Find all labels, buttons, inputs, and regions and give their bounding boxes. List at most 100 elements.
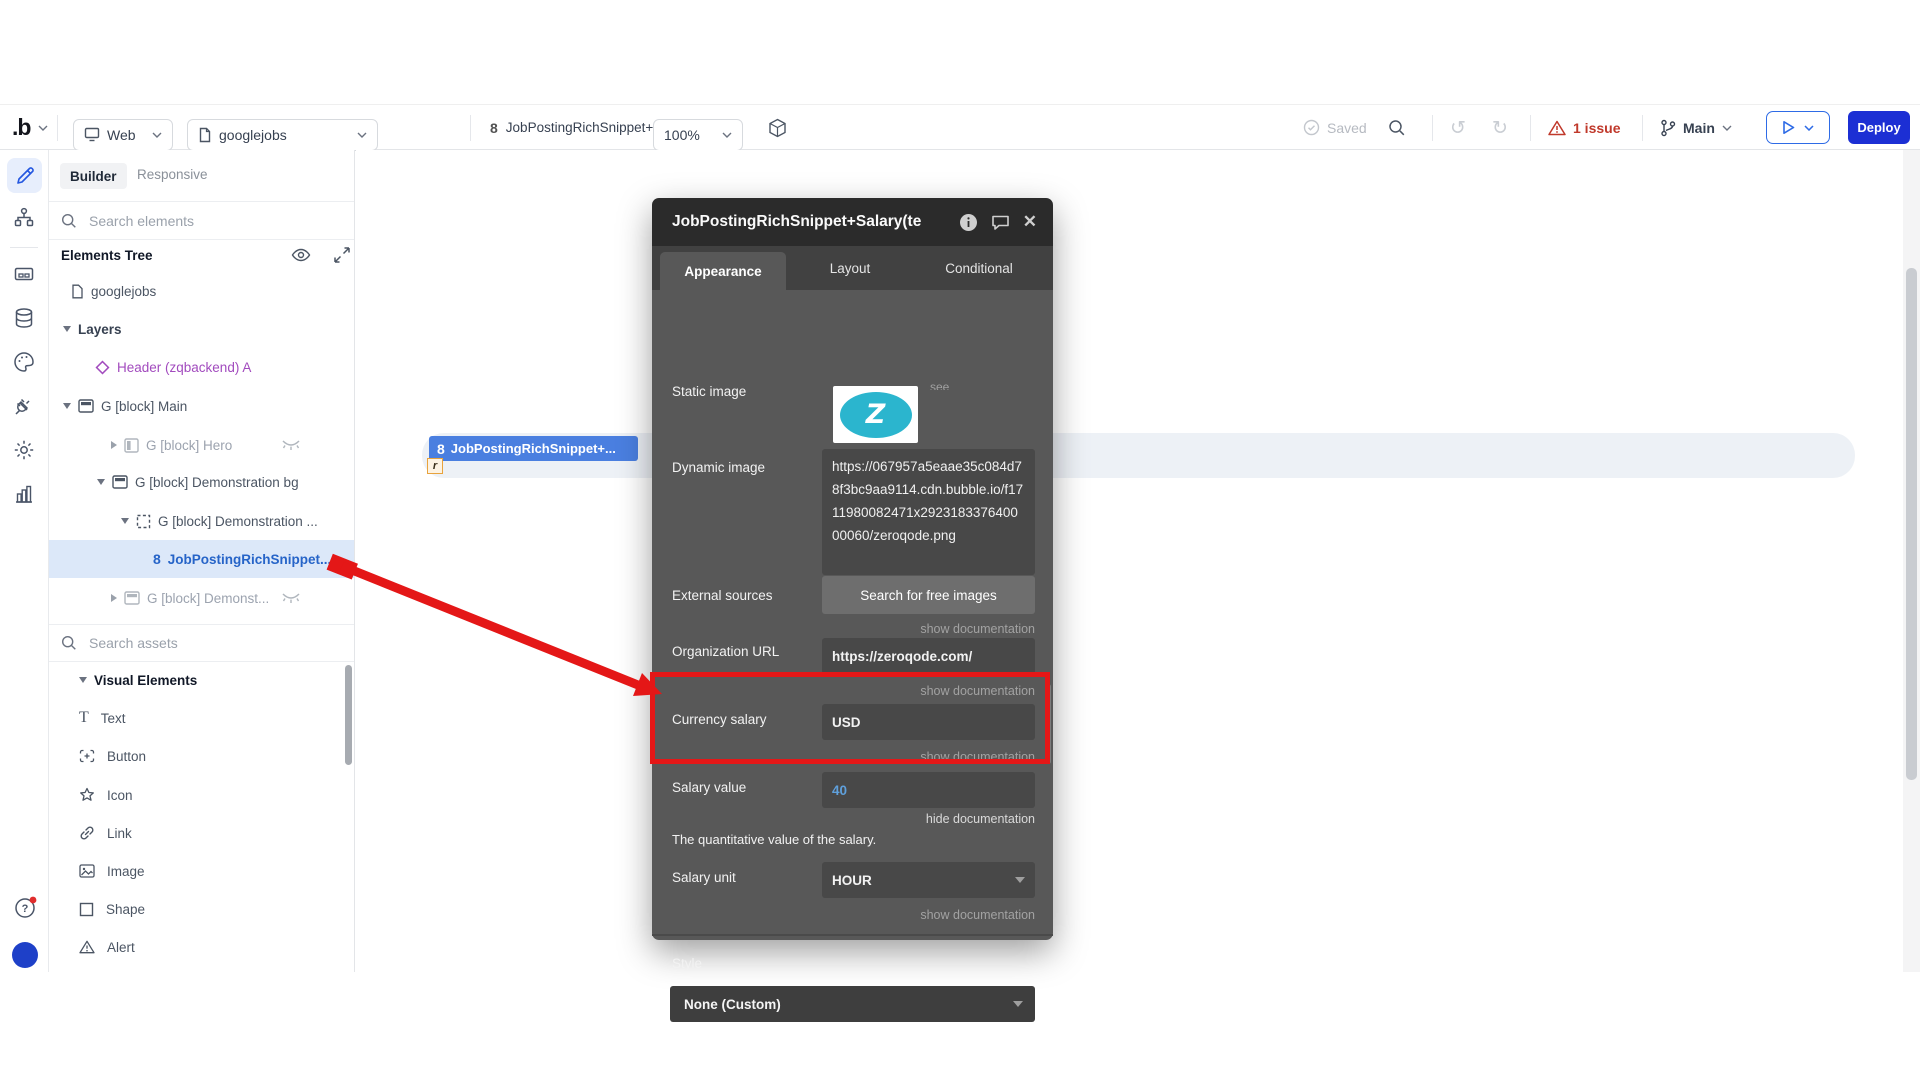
chevron-down-icon: [1722, 125, 1732, 131]
tab-conditional[interactable]: Conditional: [924, 246, 1034, 290]
eye-icon[interactable]: [291, 247, 311, 263]
button-icon: [79, 749, 95, 763]
warning-triangle-icon: [1548, 120, 1566, 136]
external-sources-label: External sources: [672, 588, 773, 603]
design-tab-active[interactable]: [7, 158, 42, 193]
organization-url-input[interactable]: https://zeroqode.com/: [822, 638, 1035, 674]
account-avatar[interactable]: [12, 942, 38, 968]
device-label: Web: [107, 126, 136, 143]
undo-button[interactable]: ↺: [1450, 105, 1466, 150]
logs-tab[interactable]: [12, 482, 36, 506]
popup-scrollbar-thumb[interactable]: [1046, 684, 1051, 764]
chevron-down-icon: [38, 125, 48, 131]
panel-scrollbar-thumb[interactable]: [345, 665, 352, 765]
bubble-logo[interactable]: .b: [12, 105, 48, 150]
search-button[interactable]: [1388, 105, 1406, 150]
page-label: googlejobs: [219, 126, 287, 143]
selected-element-badge[interactable]: 8 JobPostingRichSnippet+...: [429, 436, 638, 461]
dynamic-image-input[interactable]: https://067957a5eaae35c084d78f3bc9aa9114…: [822, 449, 1035, 575]
plugin-icon: 8: [153, 551, 161, 567]
settings-tab[interactable]: [12, 438, 36, 462]
salary-unit-select[interactable]: HOUR: [822, 862, 1035, 898]
caret-right-icon: [111, 441, 117, 449]
close-icon[interactable]: ✕: [1023, 212, 1037, 232]
tab-appearance[interactable]: Appearance: [660, 252, 786, 290]
selected-element-label: JobPostingRichSnippet+...: [450, 441, 616, 456]
comment-icon[interactable]: [991, 214, 1010, 231]
editor-canvas[interactable]: 8 JobPostingRichSnippet+... r: [356, 150, 1920, 972]
palette-item-shape[interactable]: Shape: [49, 890, 354, 928]
search-free-images-button[interactable]: Search for free images: [822, 576, 1035, 614]
tab-responsive[interactable]: Responsive: [137, 167, 208, 182]
palette-item-text[interactable]: T Text: [49, 699, 354, 737]
salary-unit-value: HOUR: [832, 872, 872, 888]
tab-layout[interactable]: Layout: [810, 246, 890, 290]
canvas-scrollbar-track[interactable]: [1903, 150, 1920, 972]
redo-button[interactable]: ↻: [1492, 105, 1508, 150]
tree-item-layers[interactable]: Layers: [49, 310, 354, 348]
tree-item-label: Layers: [78, 321, 122, 337]
monitor-icon: [84, 127, 100, 142]
styles-tab[interactable]: [12, 350, 36, 374]
popup-title: JobPostingRichSnippet+Salary(te: [672, 213, 922, 230]
style-select[interactable]: None (Custom): [670, 986, 1035, 1022]
search-assets-input[interactable]: [87, 634, 291, 652]
popup-header[interactable]: JobPostingRichSnippet+Salary(te ✕: [652, 198, 1053, 246]
tree-item-demonstration-bg[interactable]: G [block] Demonstration bg: [49, 463, 354, 501]
plugins-tab[interactable]: [12, 394, 36, 418]
deploy-button[interactable]: Deploy: [1848, 111, 1910, 144]
database-tab[interactable]: [12, 306, 36, 330]
tree-item-label: G [block] Main: [101, 398, 188, 414]
tree-item-label: G [block] Demonstration bg: [135, 474, 299, 490]
chevron-down-icon: [1804, 124, 1814, 131]
branch-selector[interactable]: Main: [1660, 105, 1732, 150]
link-icon: [79, 825, 95, 841]
chevron-down-icon: [1013, 1001, 1023, 1007]
zeroqode-logo: Z: [839, 391, 912, 438]
expand-tree-icon[interactable]: [333, 246, 351, 264]
help-button[interactable]: ?: [14, 896, 38, 920]
palette-item-link[interactable]: Link: [49, 814, 354, 852]
salary-value-input[interactable]: 40: [822, 772, 1035, 808]
palette-item-image[interactable]: Image: [49, 852, 354, 890]
rows-group-icon: [78, 399, 94, 413]
show-documentation-link[interactable]: show documentation: [802, 750, 1035, 764]
tree-item-header-reusable[interactable]: Header (zqbackend) A: [49, 348, 354, 386]
static-image-thumbnail[interactable]: Z: [833, 386, 918, 443]
search-elements-box[interactable]: [49, 202, 354, 240]
palette-item-alert[interactable]: Alert: [49, 928, 354, 966]
tree-item-block-hero[interactable]: G [block] Hero: [49, 426, 354, 464]
element-warning-badge: r: [427, 458, 443, 474]
columns-group-icon: [124, 437, 139, 453]
search-elements-input[interactable]: [87, 211, 291, 230]
show-documentation-link[interactable]: show documentation: [802, 622, 1035, 636]
info-icon[interactable]: [959, 213, 978, 232]
caret-right-icon: [111, 594, 117, 602]
palette-item-label: Image: [107, 863, 145, 879]
components-tab[interactable]: [12, 262, 36, 286]
currency-salary-input[interactable]: USD: [822, 704, 1035, 740]
page-icon: [71, 284, 84, 299]
search-assets-box[interactable]: [49, 624, 354, 662]
palette-item-button[interactable]: Button: [49, 737, 354, 775]
preview-button[interactable]: [1766, 111, 1830, 144]
component-cube-button[interactable]: [768, 105, 787, 150]
tree-item-block-demonst[interactable]: G [block] Demonst...: [49, 579, 354, 617]
tree-item-demonstration-group[interactable]: G [block] Demonstration ...: [49, 502, 354, 540]
show-documentation-link[interactable]: show documentation: [802, 684, 1035, 698]
tree-item-googlejobs[interactable]: googlejobs: [49, 272, 354, 310]
tab-builder[interactable]: Builder: [60, 163, 127, 189]
show-documentation-link[interactable]: show documentation: [802, 908, 1035, 922]
issues-button[interactable]: 1 issue: [1548, 105, 1620, 150]
tree-item-jobposting-selected[interactable]: 8 JobPostingRichSnippet...: [49, 540, 354, 578]
palette-item-icon[interactable]: Icon: [49, 776, 354, 814]
svg-text:?: ?: [22, 903, 29, 915]
redo-icon: ↻: [1492, 116, 1508, 139]
workflow-tab[interactable]: [12, 206, 36, 230]
canvas-scrollbar-thumb[interactable]: [1906, 268, 1917, 780]
visual-elements-header[interactable]: Visual Elements: [49, 661, 354, 699]
tree-item-block-main[interactable]: G [block] Main: [49, 387, 354, 425]
branch-label: Main: [1683, 119, 1715, 136]
hide-documentation-link[interactable]: hide documentation: [802, 812, 1035, 826]
divider: [470, 115, 471, 141]
